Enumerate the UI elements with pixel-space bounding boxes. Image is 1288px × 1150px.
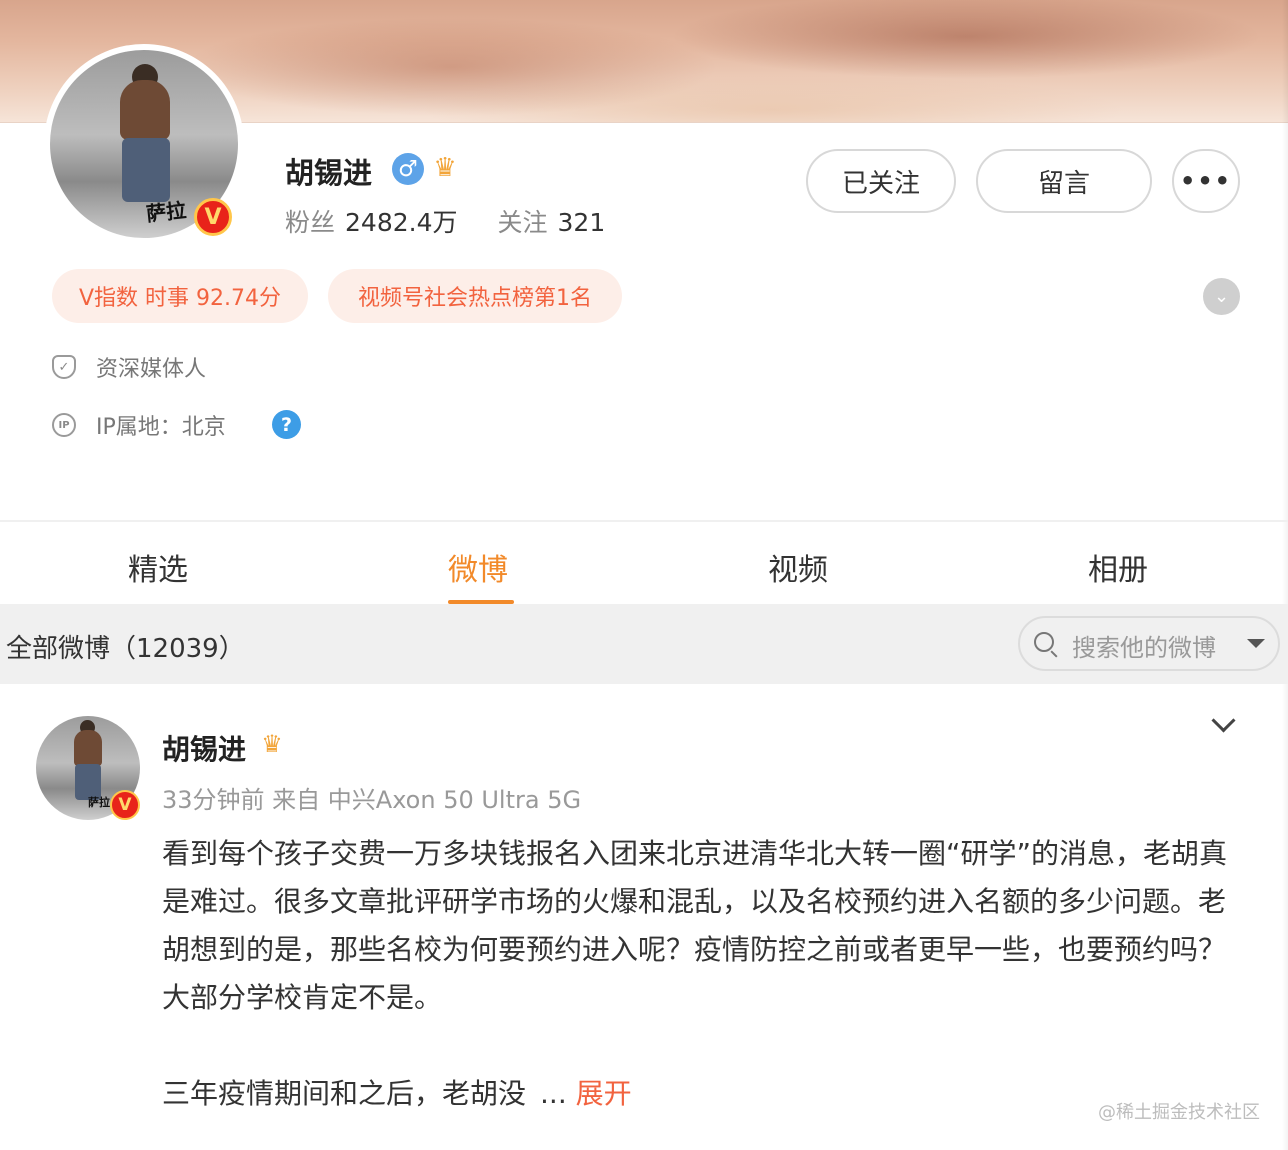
male-icon: ♂ bbox=[392, 153, 424, 185]
message-button[interactable]: 留言 bbox=[976, 149, 1152, 213]
expand-link[interactable]: 展开 bbox=[576, 1077, 632, 1110]
post-paragraph: 看到每个孩子交费一万多块钱报名入团来北京进清华北大转一圈“研学”的消息，老胡真是… bbox=[162, 837, 1228, 1014]
search-placeholder: 搜索他的微博 bbox=[1072, 634, 1216, 662]
crown-icon[interactable]: ♛ bbox=[430, 155, 460, 181]
ip-icon: IP bbox=[52, 413, 76, 437]
hot-rank-tag[interactable]: 视频号社会热点榜第1名 bbox=[328, 269, 622, 323]
post-verified-badge-icon: V bbox=[110, 790, 140, 820]
tabs-divider bbox=[0, 520, 1288, 522]
post-menu-chevron-icon[interactable] bbox=[1211, 708, 1236, 733]
profile-name: 胡锡进 bbox=[285, 156, 373, 190]
page-edge bbox=[1282, 0, 1288, 1150]
dropdown-caret-icon[interactable] bbox=[1247, 639, 1265, 648]
profile-stats: 粉丝 2482.4万 关注 321 bbox=[285, 203, 605, 239]
watermark: @稀土掘金技术社区 bbox=[1098, 1102, 1260, 1123]
shield-icon: ✓ bbox=[52, 355, 76, 379]
tab-album[interactable]: 相册 bbox=[1088, 545, 1148, 589]
tab-weibo[interactable]: 微博 bbox=[448, 545, 508, 589]
followed-button[interactable]: 已关注 bbox=[806, 149, 956, 213]
post-paragraph-truncated: 三年疫情期间和之后，老胡没... 展开 bbox=[162, 1070, 1252, 1118]
search-icon bbox=[1034, 632, 1054, 652]
following-count[interactable]: 321 bbox=[558, 208, 606, 237]
verified-badge-icon: V bbox=[194, 198, 232, 236]
post-meta: 33分钟前 来自 中兴Axon 50 Ultra 5G bbox=[162, 786, 582, 814]
post-ellipsis: ... bbox=[540, 1077, 567, 1110]
more-options-button[interactable]: ••• bbox=[1172, 149, 1240, 213]
post-crown-icon[interactable]: ♛ bbox=[258, 731, 286, 757]
ip-location-text: IP属地：北京 bbox=[96, 415, 226, 440]
post-paragraph-2: 三年疫情期间和之后，老胡没 bbox=[162, 1077, 527, 1110]
post-avatar-sign: 萨拉 bbox=[88, 796, 110, 809]
following-label: 关注 bbox=[497, 208, 548, 237]
role-text: 资深媒体人 bbox=[96, 357, 207, 382]
all-weibo-count[interactable]: 全部微博（12039） bbox=[6, 628, 245, 665]
help-icon[interactable]: ? bbox=[272, 410, 301, 439]
tab-video[interactable]: 视频 bbox=[768, 545, 828, 589]
post-body: 看到每个孩子交费一万多块钱报名入团来北京进清华北大转一圈“研学”的消息，老胡真是… bbox=[162, 830, 1252, 1118]
tab-jingxuan[interactable]: 精选 bbox=[128, 545, 188, 589]
fans-count[interactable]: 2482.4万 bbox=[345, 208, 457, 237]
avatar-sign: 萨拉 bbox=[145, 197, 188, 227]
post-author[interactable]: 胡锡进 bbox=[162, 728, 246, 768]
v-index-tag[interactable]: V指数 时事 92.74分 bbox=[52, 269, 308, 323]
fans-label: 粉丝 bbox=[285, 208, 336, 237]
expand-profile-icon[interactable]: ⌄ bbox=[1203, 278, 1240, 315]
